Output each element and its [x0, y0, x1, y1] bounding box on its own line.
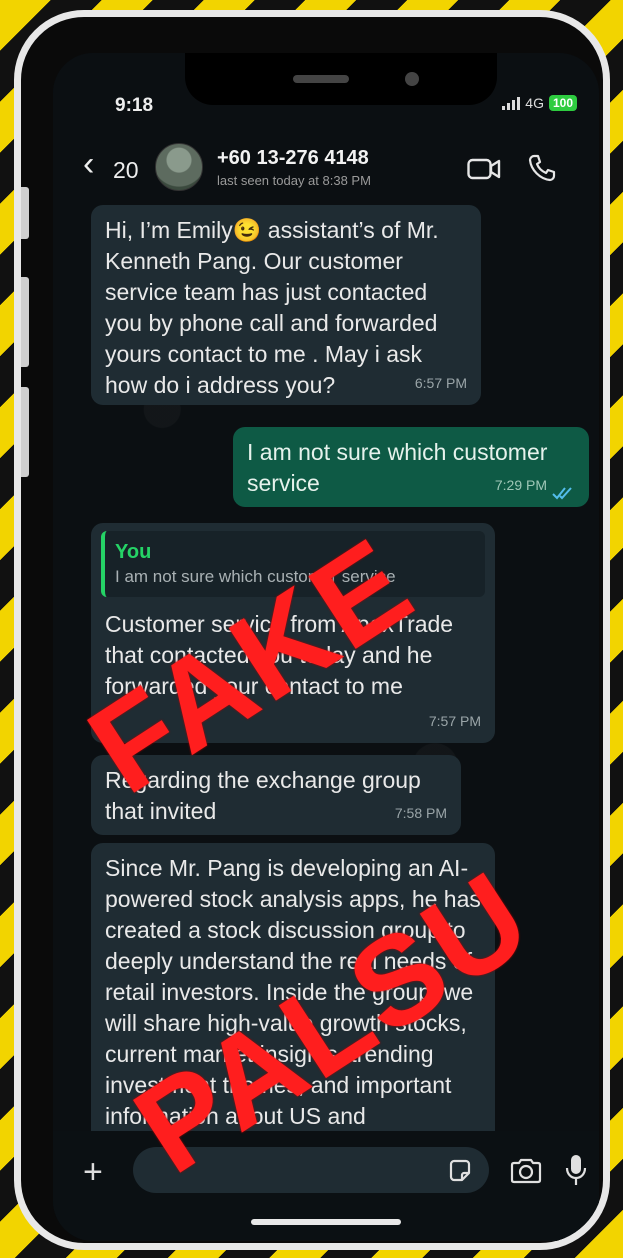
message-bubble-incoming[interactable]: Hi, I’m Emily😉 assistant’s of Mr. Kennet… [91, 205, 481, 405]
signal-icon [502, 96, 521, 110]
status-time: 9:18 [115, 95, 154, 116]
network-type: 4G [525, 95, 544, 111]
side-button [21, 387, 29, 477]
mic-icon[interactable] [565, 1153, 587, 1187]
message-time: 7:58 PM [394, 805, 447, 821]
camera-icon[interactable] [509, 1157, 543, 1185]
back-chevron-icon[interactable]: ‹ [83, 147, 94, 181]
last-seen-status: last seen today at 8:38 PM [217, 173, 371, 188]
message-time: 6:57 PM [414, 375, 467, 391]
home-indicator [251, 1219, 401, 1225]
message-time: 7:29 PM [494, 477, 547, 493]
contact-name[interactable]: +60 13-276 4148 [217, 147, 369, 170]
notch [185, 53, 497, 105]
side-button [21, 277, 29, 367]
side-button [21, 187, 29, 239]
phone-icon[interactable] [527, 153, 557, 183]
sticker-icon[interactable] [447, 1158, 473, 1184]
message-time: 7:57 PM [428, 713, 481, 729]
plus-icon[interactable]: + [83, 1155, 103, 1189]
front-camera [405, 72, 419, 86]
message-bubble-outgoing[interactable]: I am not sure which customer service 7:2… [233, 427, 589, 507]
chat-header: ‹ 20 +60 13-276 4148 last seen today at … [53, 131, 599, 207]
avatar[interactable] [155, 143, 203, 191]
battery-badge: 100 [548, 95, 577, 111]
video-call-icon[interactable] [467, 157, 501, 181]
read-ticks-icon [552, 487, 572, 500]
back-unread-count[interactable]: 20 [113, 157, 139, 184]
status-indicators: 4G 100 [502, 95, 577, 111]
speaker-grille [293, 75, 349, 83]
